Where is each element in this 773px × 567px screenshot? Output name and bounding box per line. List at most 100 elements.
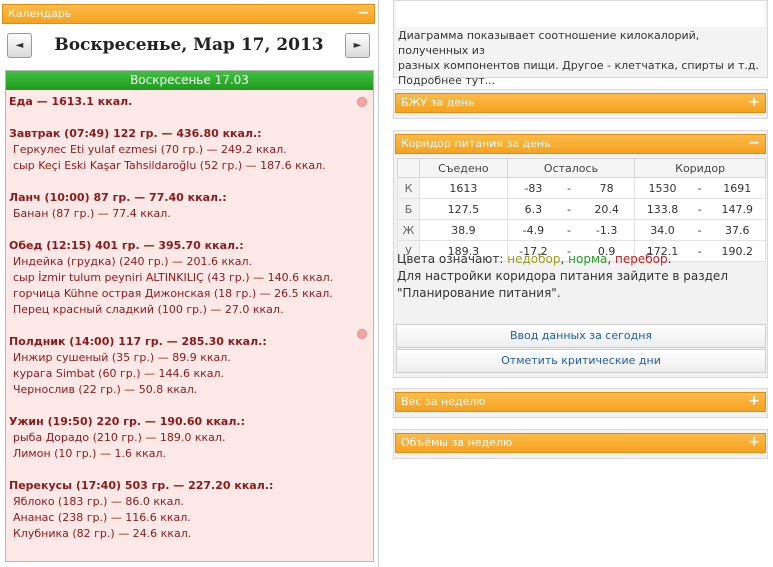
dash: - [689,219,710,241]
list-item[interactable]: Индейка (грудка) (240 гр.) — 201.6 ккал. [9,254,373,270]
list-item[interactable]: рыба Дорадо (210 гр.) — 189.0 ккал. [9,430,373,446]
left-min: 6.3 [506,198,560,220]
list-item[interactable]: Клубника (82 гр.) — 24.6 ккал. [9,526,373,542]
next-day-button[interactable]: ► [345,33,370,58]
row-label: К [397,177,420,199]
table-header-row: Съедено Осталось Коридор [397,158,766,178]
day-total: Еда — 1613.1 ккал. [9,95,133,108]
info-line: разных компонентов пищи. Другое - клетча… [398,59,759,72]
calendar-panel: Календарь − ◄ Воскресенье, Мар 17, 2013 … [0,0,379,567]
enter-today-button[interactable]: Ввод данных за сегодня [396,324,766,348]
corridor-hint: Для настройки коридора питания зайдите в… [397,268,766,302]
dash: - [559,177,579,199]
row-label: Ж [397,219,420,241]
bju-title: БЖУ за день [401,96,475,109]
range-min: 34.0 [634,219,690,241]
dash: - [559,219,579,241]
mark-critical-days-button[interactable]: Отметить критические дни [396,349,766,373]
prev-day-button[interactable]: ◄ [7,33,32,58]
expand-icon[interactable]: + [748,94,760,111]
corridor-table: Съедено Осталось Коридор К 1613 -83 - 78… [397,158,766,262]
range-max: 1691 [709,177,766,199]
expand-icon[interactable]: + [748,434,760,451]
list-item[interactable]: Геркулес Eti yulaf ezmesi (70 гр.) — 249… [9,142,373,158]
bju-panel: БЖУ за день + [393,89,768,119]
list-item[interactable]: Яблоко (183 гр.) — 86.0 ккал. [9,494,373,510]
range-max: 147.9 [709,198,766,220]
day-diary: Воскресенье 17.03 Еда — 1613.1 ккал. Зав… [5,70,374,562]
meal-list: Еда — 1613.1 ккал. Завтрак (07:49) 122 г… [6,90,373,542]
meal-extras-title[interactable]: Перекусы (17:40) 503 гр. — 227.20 ккал.: [9,478,373,494]
volumes-header[interactable]: Объёмы за неделю + [395,433,766,453]
dash: - [689,177,710,199]
diagram-description: Диаграмма показывает соотношение килокал… [398,28,768,88]
range-min: 1530 [634,177,690,199]
meal-snack-title[interactable]: Полдник (14:00) 117 гр. — 285.30 ккал.: [9,334,373,350]
list-item[interactable]: Лимон (10 гр.) — 1.6 ккал. [9,446,373,462]
left-min: -83 [506,177,560,199]
color-legend: Цвета означают: недобор, норма, перебор. [397,252,672,266]
hint-line: Для настройки коридора питания зайдите в… [397,269,728,283]
stats-column: Диаграмма показывает соотношение килокал… [388,0,773,567]
legend-under: недобор [507,252,561,266]
table-header-empty [397,158,420,178]
meal-supper-title[interactable]: Ужин (19:50) 220 гр. — 190.60 ккал.: [9,414,373,430]
left-max: 20.4 [578,198,636,220]
weight-panel: Вес за неделю + [393,388,768,418]
info-line: Диаграмма показывает соотношение килокал… [398,29,700,57]
legend-over: перебор [615,252,668,266]
collapse-icon[interactable]: − [748,135,760,152]
calendar-header[interactable]: Календарь − [2,4,375,24]
bju-header[interactable]: БЖУ за день + [395,93,766,113]
list-item[interactable]: Ананас (238 гр.) — 116.6 ккал. [9,510,373,526]
list-item[interactable]: Банан (87 гр.) — 77.4 ккал. [9,206,373,222]
range-max: 37.6 [709,219,766,241]
table-header-range: Коридор [634,158,766,178]
table-header-left: Осталось [506,158,636,178]
table-row: Ж 38.9 -4.9 - -1.3 34.0 - 37.6 [397,219,766,241]
expand-icon[interactable]: + [748,393,760,410]
table-header-eaten: Съедено [418,158,508,178]
meal-breakfast-title[interactable]: Завтрак (07:49) 122 гр. — 436.80 ккал.: [9,126,373,142]
weight-title: Вес за неделю [401,395,486,408]
day-header[interactable]: Воскресенье 17.03 [6,71,373,90]
volumes-panel: Объёмы за неделю + [393,429,768,459]
list-item[interactable]: Инжир сушеный (35 гр.) — 89.9 ккал. [9,350,373,366]
corridor-header[interactable]: Коридор питания за день − [395,134,766,154]
eaten-value: 38.9 [418,219,508,241]
list-item[interactable]: курага Simbat (60 гр.) — 144.6 ккал. [9,366,373,382]
apple-icon[interactable] [357,329,367,339]
row-label: Б [397,198,420,220]
list-item[interactable]: сыр Keçi Eski Kaşar Tahsildaroğlu (52 гр… [9,158,373,174]
list-item[interactable]: сыр İzmir tulum peyniri ALTINKILIÇ (43 г… [9,270,373,286]
table-row: Б 127.5 6.3 - 20.4 133.8 - 147.9 [397,198,766,220]
range-min: 133.8 [634,198,690,220]
eaten-value: 127.5 [418,198,508,220]
list-item[interactable]: горчица Kühne острая Дижонская (18 гр.) … [9,286,373,302]
meal-dinner-title[interactable]: Обед (12:15) 401 гр. — 395.70 ккал.: [9,238,373,254]
hint-line: "Планирование питания". [397,286,561,300]
collapse-icon[interactable]: − [357,5,369,22]
dash: - [689,198,710,220]
diagram-area [396,1,765,27]
corridor-title: Коридор питания за день [401,137,551,150]
left-min: -4.9 [506,219,560,241]
table-row: К 1613 -83 - 78 1530 - 1691 [397,177,766,199]
legend-prefix: Цвета означают: [397,252,504,266]
eaten-value: 1613 [418,177,508,199]
volumes-title: Объёмы за неделю [401,436,513,449]
more-link[interactable]: Подробнее тут... [398,73,768,88]
list-item[interactable]: Чернослив (22 гр.) — 50.8 ккал. [9,382,373,398]
left-max: -1.3 [578,219,636,241]
calendar-header-title: Календарь [8,7,72,20]
weight-header[interactable]: Вес за неделю + [395,392,766,412]
legend-norm: норма [568,252,608,266]
left-max: 78 [578,177,636,199]
calendar-date-title: Воскресенье, Мар 17, 2013 [54,35,324,55]
meal-lunch-title[interactable]: Ланч (10:00) 87 гр. — 77.40 ккал.: [9,190,373,206]
corridor-panel: Коридор питания за день − Съедено Остало… [393,130,768,378]
list-item[interactable]: Перец красный сладкий (100 гр.) — 27.0 к… [9,302,373,318]
dash: - [559,198,579,220]
apple-icon[interactable] [357,97,367,107]
diagram-info: Диаграмма показывает соотношение килокал… [393,0,768,87]
